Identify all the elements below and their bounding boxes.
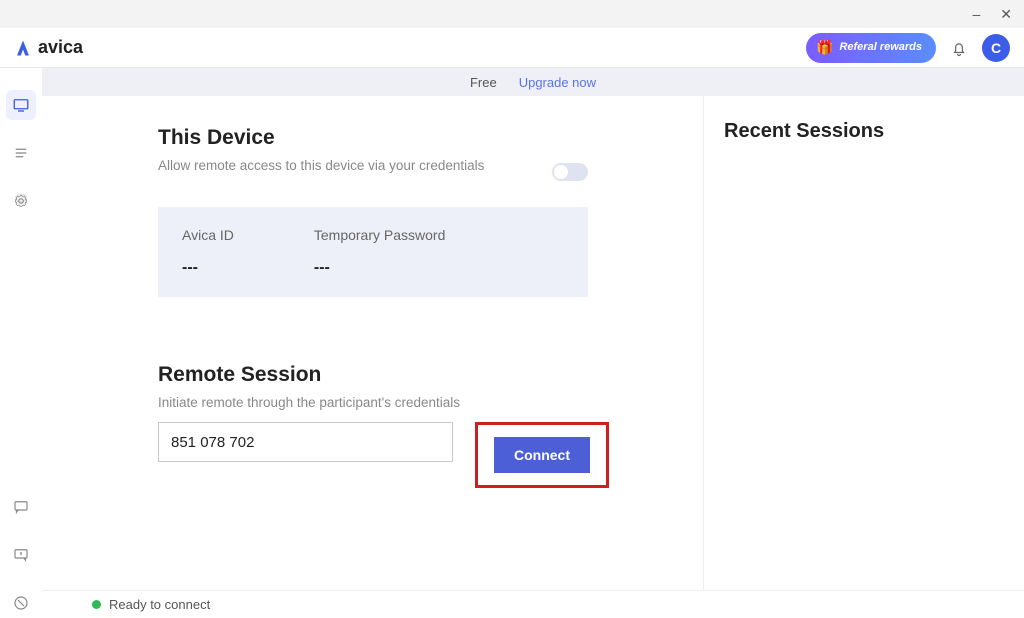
brand-name: avica	[38, 37, 83, 58]
left-column: This Device Allow remote access to this …	[42, 96, 704, 590]
bell-icon	[950, 39, 968, 57]
minimize-button[interactable]: –	[972, 6, 980, 22]
gift-icon: 🎁	[816, 40, 833, 55]
notifications-button[interactable]	[948, 37, 970, 59]
right-column: Recent Sessions	[704, 96, 1024, 590]
sidebar-item-settings[interactable]	[6, 186, 36, 216]
clock-icon	[12, 594, 30, 612]
avica-id-label: Avica ID	[182, 227, 234, 243]
plan-label: Free	[470, 75, 497, 90]
sidebar-item-chat[interactable]	[6, 492, 36, 522]
sidebar-item-list[interactable]	[6, 138, 36, 168]
sidebar-item-status[interactable]	[6, 588, 36, 618]
plan-bar: Free Upgrade now	[42, 68, 1024, 96]
brand: avica	[14, 37, 83, 58]
credentials-box: Avica ID --- Temporary Password ---	[158, 207, 588, 297]
app-window: – ✕ avica 🎁 Referal rewards C	[0, 0, 1024, 618]
connect-button[interactable]: Connect	[494, 437, 590, 473]
sidebar-item-remote[interactable]	[6, 90, 36, 120]
main-area: Free Upgrade now This Device Allow remot…	[42, 68, 1024, 618]
avica-id-value: ---	[182, 259, 234, 277]
content: Free Upgrade now This Device Allow remot…	[0, 68, 1024, 618]
remote-section: Remote Session Initiate remote through t…	[158, 363, 665, 488]
header: avica 🎁 Referal rewards C	[0, 28, 1024, 68]
remote-id-input[interactable]	[158, 422, 453, 462]
gear-icon	[12, 192, 30, 210]
close-button[interactable]: ✕	[1000, 6, 1012, 23]
titlebar: – ✕	[0, 0, 1024, 28]
remote-row: Connect	[158, 422, 665, 488]
monitor-icon	[12, 96, 30, 114]
device-title: This Device	[158, 126, 665, 150]
device-row: Allow remote access to this device via y…	[158, 158, 588, 185]
upgrade-link[interactable]: Upgrade now	[519, 75, 596, 90]
statusbar: Ready to connect	[42, 590, 1024, 618]
referral-rewards-button[interactable]: 🎁 Referal rewards	[806, 33, 936, 63]
header-right: 🎁 Referal rewards C	[806, 33, 1010, 63]
allow-access-toggle[interactable]	[552, 163, 588, 181]
referral-label: Referal rewards	[839, 42, 922, 54]
device-subtitle: Allow remote access to this device via y…	[158, 158, 484, 173]
avica-id-col: Avica ID ---	[182, 227, 234, 277]
temp-pwd-col: Temporary Password ---	[314, 227, 446, 277]
brand-logo-icon	[14, 39, 32, 57]
remote-subtitle: Initiate remote through the participant'…	[158, 395, 665, 410]
chat-icon	[12, 498, 30, 516]
sidebar-item-feedback[interactable]	[6, 540, 36, 570]
status-dot-icon	[92, 600, 101, 609]
temp-pwd-value: ---	[314, 259, 446, 277]
columns: This Device Allow remote access to this …	[42, 96, 1024, 590]
feedback-icon	[12, 546, 30, 564]
temp-pwd-label: Temporary Password	[314, 227, 446, 243]
avatar[interactable]: C	[982, 34, 1010, 62]
remote-title: Remote Session	[158, 363, 665, 387]
recent-sessions-title: Recent Sessions	[724, 120, 1004, 143]
connect-highlight: Connect	[475, 422, 609, 488]
sidebar	[0, 68, 42, 618]
list-icon	[12, 144, 30, 162]
status-text: Ready to connect	[109, 597, 210, 612]
